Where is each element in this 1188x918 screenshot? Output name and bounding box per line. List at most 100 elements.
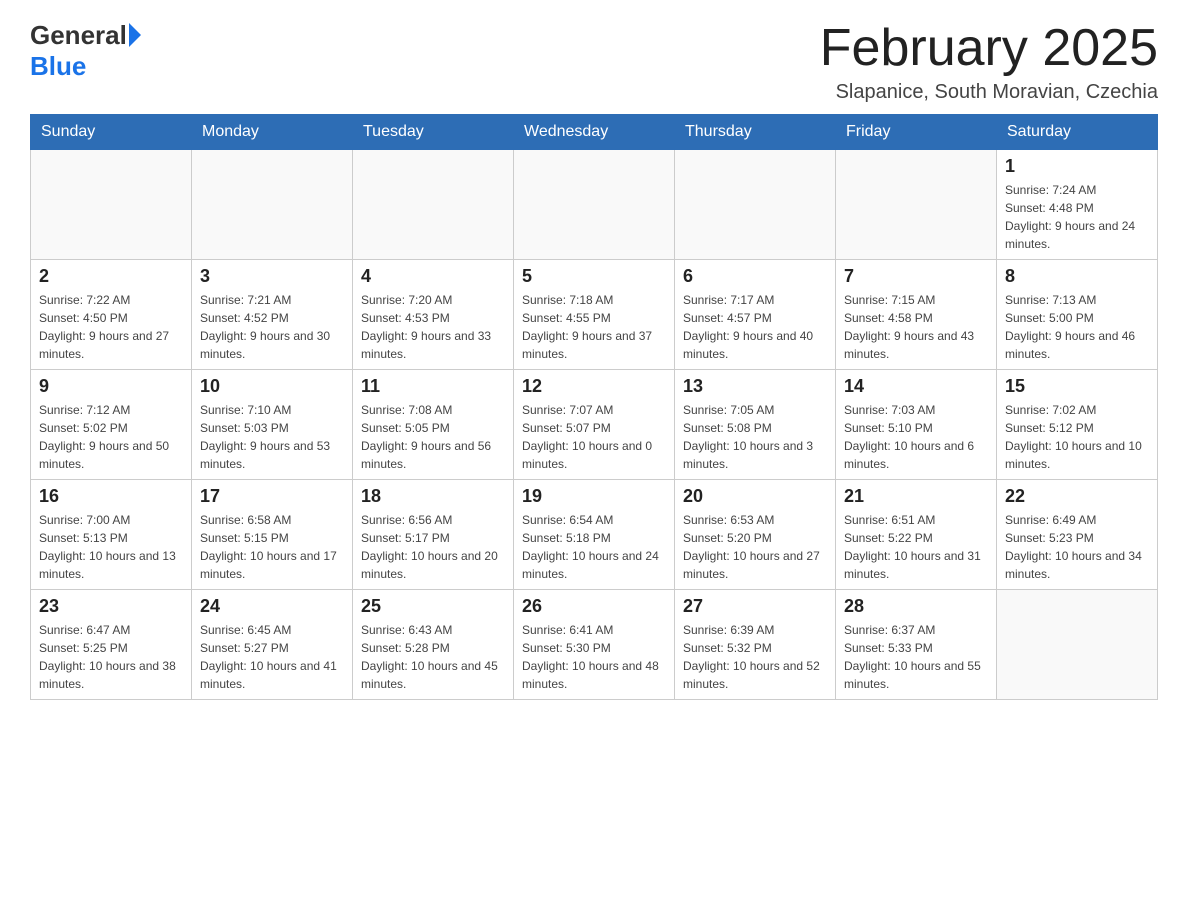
calendar-week-row-2: 2 Sunrise: 7:22 AM Sunset: 4:50 PM Daylig… [31, 260, 1158, 370]
calendar-cell [836, 150, 997, 260]
day-number: 24 [200, 596, 344, 617]
calendar-cell: 4Sunrise: 7:20 AM Sunset: 4:53 PM Daylig… [353, 260, 514, 370]
calendar-cell: 2 Sunrise: 7:22 AM Sunset: 4:50 PM Daylig… [31, 260, 192, 370]
calendar-table: SundayMondayTuesdayWednesdayThursdayFrid… [30, 114, 1158, 700]
day-info: Sunrise: 7:10 AM Sunset: 5:03 PM Dayligh… [200, 401, 344, 473]
calendar-cell: 23 Sunrise: 6:47 AM Sunset: 5:25 PM Dayli… [31, 590, 192, 700]
calendar-cell: 22 Sunrise: 6:49 AM Sunset: 5:23 PM Dayli… [997, 480, 1158, 590]
calendar-header-sunday: Sunday [31, 115, 192, 150]
page-header: General Blue February 2025 Slapanice, So… [30, 20, 1158, 104]
day-info: Sunrise: 7:03 AM Sunset: 5:10 PM Dayligh… [844, 401, 988, 473]
day-number: 11 [361, 376, 505, 397]
day-info: Sunrise: 7:00 AM Sunset: 5:13 PM Dayligh… [39, 511, 183, 583]
day-number: 10 [200, 376, 344, 397]
calendar-cell: 12 Sunrise: 7:07 AM Sunset: 5:07 PM Dayli… [514, 370, 675, 480]
day-number: 25 [361, 596, 505, 617]
title-section: February 2025 Slapanice, South Moravian,… [820, 20, 1158, 104]
month-title: February 2025 [820, 20, 1158, 77]
day-number: 17 [200, 486, 344, 507]
day-info: Sunrise: 7:02 AM Sunset: 5:12 PM Dayligh… [1005, 401, 1149, 473]
calendar-cell: 24 Sunrise: 6:45 AM Sunset: 5:27 PM Dayli… [192, 590, 353, 700]
calendar-cell: 3 Sunrise: 7:21 AM Sunset: 4:52 PM Daylig… [192, 260, 353, 370]
calendar-cell: 25Sunrise: 6:43 AM Sunset: 5:28 PM Dayli… [353, 590, 514, 700]
day-info: Sunrise: 7:18 AM Sunset: 4:55 PM Dayligh… [522, 291, 666, 363]
day-number: 26 [522, 596, 666, 617]
day-info: Sunrise: 7:22 AM Sunset: 4:50 PM Dayligh… [39, 291, 183, 363]
day-number: 14 [844, 376, 988, 397]
day-number: 3 [200, 266, 344, 287]
day-info: Sunrise: 6:51 AM Sunset: 5:22 PM Dayligh… [844, 511, 988, 583]
day-info: Sunrise: 7:13 AM Sunset: 5:00 PM Dayligh… [1005, 291, 1149, 363]
calendar-cell [353, 150, 514, 260]
day-number: 2 [39, 266, 183, 287]
day-number: 22 [1005, 486, 1149, 507]
logo: General Blue [30, 20, 141, 82]
day-number: 23 [39, 596, 183, 617]
calendar-cell [31, 150, 192, 260]
calendar-header-monday: Monday [192, 115, 353, 150]
calendar-cell: 5 Sunrise: 7:18 AM Sunset: 4:55 PM Daylig… [514, 260, 675, 370]
day-number: 1 [1005, 156, 1149, 177]
calendar-cell: 8 Sunrise: 7:13 AM Sunset: 5:00 PM Daylig… [997, 260, 1158, 370]
day-number: 7 [844, 266, 988, 287]
day-number: 28 [844, 596, 988, 617]
day-info: Sunrise: 6:47 AM Sunset: 5:25 PM Dayligh… [39, 621, 183, 693]
calendar-cell [675, 150, 836, 260]
day-number: 18 [361, 486, 505, 507]
calendar-cell: 28Sunrise: 6:37 AM Sunset: 5:33 PM Dayli… [836, 590, 997, 700]
day-number: 5 [522, 266, 666, 287]
calendar-cell [997, 590, 1158, 700]
day-number: 16 [39, 486, 183, 507]
day-info: Sunrise: 6:49 AM Sunset: 5:23 PM Dayligh… [1005, 511, 1149, 583]
day-number: 13 [683, 376, 827, 397]
calendar-week-row-3: 9 Sunrise: 7:12 AM Sunset: 5:02 PM Daylig… [31, 370, 1158, 480]
day-number: 27 [683, 596, 827, 617]
logo-general-text: General [30, 20, 127, 51]
calendar-cell: 27Sunrise: 6:39 AM Sunset: 5:32 PM Dayli… [675, 590, 836, 700]
calendar-cell: 1 Sunrise: 7:24 AM Sunset: 4:48 PM Daylig… [997, 150, 1158, 260]
day-info: Sunrise: 7:21 AM Sunset: 4:52 PM Dayligh… [200, 291, 344, 363]
day-info: Sunrise: 7:08 AM Sunset: 5:05 PM Dayligh… [361, 401, 505, 473]
calendar-cell: 9 Sunrise: 7:12 AM Sunset: 5:02 PM Daylig… [31, 370, 192, 480]
calendar-cell: 20Sunrise: 6:53 AM Sunset: 5:20 PM Dayli… [675, 480, 836, 590]
logo-triangle-icon [129, 23, 141, 47]
day-info: Sunrise: 6:53 AM Sunset: 5:20 PM Dayligh… [683, 511, 827, 583]
calendar-header-saturday: Saturday [997, 115, 1158, 150]
day-info: Sunrise: 6:41 AM Sunset: 5:30 PM Dayligh… [522, 621, 666, 693]
calendar-cell: 14 Sunrise: 7:03 AM Sunset: 5:10 PM Dayli… [836, 370, 997, 480]
calendar-cell: 16 Sunrise: 7:00 AM Sunset: 5:13 PM Dayli… [31, 480, 192, 590]
calendar-cell [192, 150, 353, 260]
day-info: Sunrise: 6:58 AM Sunset: 5:15 PM Dayligh… [200, 511, 344, 583]
calendar-cell: 11 Sunrise: 7:08 AM Sunset: 5:05 PM Dayli… [353, 370, 514, 480]
calendar-cell: 18 Sunrise: 6:56 AM Sunset: 5:17 PM Dayli… [353, 480, 514, 590]
location-text: Slapanice, South Moravian, Czechia [820, 81, 1158, 104]
day-info: Sunrise: 7:17 AM Sunset: 4:57 PM Dayligh… [683, 291, 827, 363]
day-info: Sunrise: 7:15 AM Sunset: 4:58 PM Dayligh… [844, 291, 988, 363]
day-number: 6 [683, 266, 827, 287]
day-number: 8 [1005, 266, 1149, 287]
day-info: Sunrise: 7:24 AM Sunset: 4:48 PM Dayligh… [1005, 181, 1149, 253]
calendar-cell: 19Sunrise: 6:54 AM Sunset: 5:18 PM Dayli… [514, 480, 675, 590]
calendar-header-row: SundayMondayTuesdayWednesdayThursdayFrid… [31, 115, 1158, 150]
calendar-week-row-5: 23 Sunrise: 6:47 AM Sunset: 5:25 PM Dayli… [31, 590, 1158, 700]
day-info: Sunrise: 7:12 AM Sunset: 5:02 PM Dayligh… [39, 401, 183, 473]
calendar-cell: 7 Sunrise: 7:15 AM Sunset: 4:58 PM Daylig… [836, 260, 997, 370]
calendar-cell: 26 Sunrise: 6:41 AM Sunset: 5:30 PM Dayli… [514, 590, 675, 700]
day-info: Sunrise: 7:07 AM Sunset: 5:07 PM Dayligh… [522, 401, 666, 473]
day-number: 4 [361, 266, 505, 287]
calendar-header-friday: Friday [836, 115, 997, 150]
day-number: 12 [522, 376, 666, 397]
calendar-header-thursday: Thursday [675, 115, 836, 150]
calendar-header-wednesday: Wednesday [514, 115, 675, 150]
day-info: Sunrise: 7:05 AM Sunset: 5:08 PM Dayligh… [683, 401, 827, 473]
calendar-week-row-4: 16 Sunrise: 7:00 AM Sunset: 5:13 PM Dayli… [31, 480, 1158, 590]
calendar-cell: 17 Sunrise: 6:58 AM Sunset: 5:15 PM Dayli… [192, 480, 353, 590]
calendar-cell: 10 Sunrise: 7:10 AM Sunset: 5:03 PM Dayli… [192, 370, 353, 480]
day-number: 9 [39, 376, 183, 397]
calendar-cell: 15Sunrise: 7:02 AM Sunset: 5:12 PM Dayli… [997, 370, 1158, 480]
calendar-week-row-1: 1 Sunrise: 7:24 AM Sunset: 4:48 PM Daylig… [31, 150, 1158, 260]
calendar-cell [514, 150, 675, 260]
calendar-cell: 6 Sunrise: 7:17 AM Sunset: 4:57 PM Daylig… [675, 260, 836, 370]
day-info: Sunrise: 6:56 AM Sunset: 5:17 PM Dayligh… [361, 511, 505, 583]
day-info: Sunrise: 6:45 AM Sunset: 5:27 PM Dayligh… [200, 621, 344, 693]
